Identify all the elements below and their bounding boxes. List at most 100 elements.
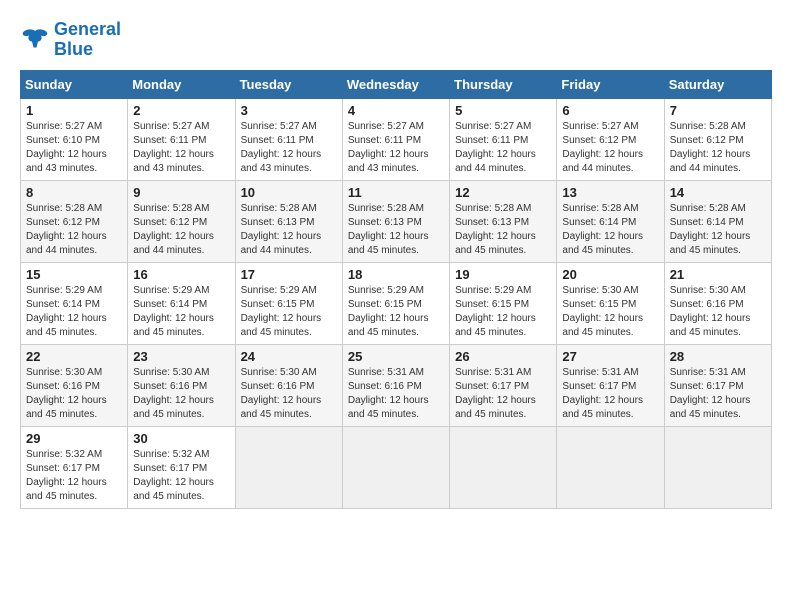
day-number: 25 — [348, 349, 444, 364]
day-info: Sunrise: 5:29 AMSunset: 6:14 PMDaylight:… — [26, 284, 122, 340]
day-info: Sunrise: 5:30 AMSunset: 6:16 PMDaylight:… — [670, 284, 766, 340]
calendar-cell — [342, 426, 449, 508]
day-number: 2 — [133, 103, 229, 118]
calendar-cell: 4 Sunrise: 5:27 AMSunset: 6:11 PMDaylight… — [342, 98, 449, 180]
calendar-cell: 6 Sunrise: 5:27 AMSunset: 6:12 PMDaylight… — [557, 98, 664, 180]
calendar-cell: 22Sunrise: 5:30 AMSunset: 6:16 PMDayligh… — [21, 344, 128, 426]
day-info: Sunrise: 5:30 AMSunset: 6:16 PMDaylight:… — [133, 366, 229, 422]
day-info: Sunrise: 5:28 AMSunset: 6:13 PMDaylight:… — [348, 202, 444, 258]
weekday-header-tuesday: Tuesday — [235, 70, 342, 98]
day-info: Sunrise: 5:28 AMSunset: 6:14 PMDaylight:… — [670, 202, 766, 258]
calendar-cell: 15 Sunrise: 5:29 AMSunset: 6:14 PMDayligh… — [21, 262, 128, 344]
day-number: 8 — [26, 185, 122, 200]
weekday-header-saturday: Saturday — [664, 70, 771, 98]
calendar-cell: 23 Sunrise: 5:30 AMSunset: 6:16 PMDayligh… — [128, 344, 235, 426]
day-info: Sunrise: 5:31 AMSunset: 6:17 PMDaylight:… — [562, 366, 658, 422]
calendar-cell: 21 Sunrise: 5:30 AMSunset: 6:16 PMDayligh… — [664, 262, 771, 344]
day-info: Sunrise: 5:28 AMSunset: 6:12 PMDaylight:… — [133, 202, 229, 258]
calendar-cell: 25 Sunrise: 5:31 AMSunset: 6:16 PMDayligh… — [342, 344, 449, 426]
day-info: Sunrise: 5:30 AMSunset: 6:15 PMDaylight:… — [562, 284, 658, 340]
day-number: 13 — [562, 185, 658, 200]
weekday-header-friday: Friday — [557, 70, 664, 98]
calendar-cell: 13Sunrise: 5:28 AMSunset: 6:14 PMDayligh… — [557, 180, 664, 262]
day-info: Sunrise: 5:28 AMSunset: 6:12 PMDaylight:… — [26, 202, 122, 258]
day-number: 18 — [348, 267, 444, 282]
calendar-cell: 20 Sunrise: 5:30 AMSunset: 6:15 PMDayligh… — [557, 262, 664, 344]
calendar-cell — [450, 426, 557, 508]
day-info: Sunrise: 5:27 AMSunset: 6:11 PMDaylight:… — [133, 120, 229, 176]
day-number: 11 — [348, 185, 444, 200]
calendar-cell: 18 Sunrise: 5:29 AMSunset: 6:15 PMDayligh… — [342, 262, 449, 344]
day-info: Sunrise: 5:29 AMSunset: 6:15 PMDaylight:… — [455, 284, 551, 340]
day-number: 9 — [133, 185, 229, 200]
logo-bird-icon — [20, 25, 50, 55]
day-number: 16 — [133, 267, 229, 282]
day-info: Sunrise: 5:30 AMSunset: 6:16 PMDaylight:… — [26, 366, 122, 422]
calendar-cell: 27 Sunrise: 5:31 AMSunset: 6:17 PMDayligh… — [557, 344, 664, 426]
calendar-cell — [557, 426, 664, 508]
calendar-cell: 12 Sunrise: 5:28 AMSunset: 6:13 PMDayligh… — [450, 180, 557, 262]
day-info: Sunrise: 5:29 AMSunset: 6:15 PMDaylight:… — [241, 284, 337, 340]
day-info: Sunrise: 5:32 AMSunset: 6:17 PMDaylight:… — [26, 448, 122, 504]
calendar-cell: 30 Sunrise: 5:32 AMSunset: 6:17 PMDayligh… — [128, 426, 235, 508]
day-info: Sunrise: 5:29 AMSunset: 6:14 PMDaylight:… — [133, 284, 229, 340]
calendar-cell: 28 Sunrise: 5:31 AMSunset: 6:17 PMDayligh… — [664, 344, 771, 426]
day-number: 4 — [348, 103, 444, 118]
day-number: 23 — [133, 349, 229, 364]
day-number: 14 — [670, 185, 766, 200]
day-info: Sunrise: 5:32 AMSunset: 6:17 PMDaylight:… — [133, 448, 229, 504]
day-number: 15 — [26, 267, 122, 282]
calendar-cell: 5Sunrise: 5:27 AMSunset: 6:11 PMDaylight… — [450, 98, 557, 180]
day-number: 30 — [133, 431, 229, 446]
calendar-cell: 26 Sunrise: 5:31 AMSunset: 6:17 PMDayligh… — [450, 344, 557, 426]
logo: General Blue — [20, 20, 121, 60]
day-number: 29 — [26, 431, 122, 446]
calendar-cell: 7 Sunrise: 5:28 AMSunset: 6:12 PMDaylight… — [664, 98, 771, 180]
day-info: Sunrise: 5:31 AMSunset: 6:16 PMDaylight:… — [348, 366, 444, 422]
calendar-cell: 24 Sunrise: 5:30 AMSunset: 6:16 PMDayligh… — [235, 344, 342, 426]
day-info: Sunrise: 5:27 AMSunset: 6:11 PMDaylight:… — [455, 120, 551, 176]
day-number: 7 — [670, 103, 766, 118]
day-number: 28 — [670, 349, 766, 364]
day-number: 1 — [26, 103, 122, 118]
day-number: 26 — [455, 349, 551, 364]
day-number: 12 — [455, 185, 551, 200]
day-info: Sunrise: 5:27 AMSunset: 6:10 PMDaylight:… — [26, 120, 122, 176]
day-number: 20 — [562, 267, 658, 282]
day-info: Sunrise: 5:29 AMSunset: 6:15 PMDaylight:… — [348, 284, 444, 340]
calendar-cell: 14 Sunrise: 5:28 AMSunset: 6:14 PMDayligh… — [664, 180, 771, 262]
day-info: Sunrise: 5:28 AMSunset: 6:13 PMDaylight:… — [241, 202, 337, 258]
day-info: Sunrise: 5:28 AMSunset: 6:13 PMDaylight:… — [455, 202, 551, 258]
day-info: Sunrise: 5:30 AMSunset: 6:16 PMDaylight:… — [241, 366, 337, 422]
calendar-cell: 3 Sunrise: 5:27 AMSunset: 6:11 PMDaylight… — [235, 98, 342, 180]
day-number: 24 — [241, 349, 337, 364]
calendar-cell: 17 Sunrise: 5:29 AMSunset: 6:15 PMDayligh… — [235, 262, 342, 344]
calendar-cell: 19 Sunrise: 5:29 AMSunset: 6:15 PMDayligh… — [450, 262, 557, 344]
calendar-cell: 2 Sunrise: 5:27 AMSunset: 6:11 PMDaylight… — [128, 98, 235, 180]
calendar-cell: 11 Sunrise: 5:28 AMSunset: 6:13 PMDayligh… — [342, 180, 449, 262]
calendar-cell — [235, 426, 342, 508]
day-info: Sunrise: 5:27 AMSunset: 6:11 PMDaylight:… — [241, 120, 337, 176]
day-number: 6 — [562, 103, 658, 118]
weekday-header-monday: Monday — [128, 70, 235, 98]
calendar-cell: 16 Sunrise: 5:29 AMSunset: 6:14 PMDayligh… — [128, 262, 235, 344]
weekday-header-wednesday: Wednesday — [342, 70, 449, 98]
day-info: Sunrise: 5:31 AMSunset: 6:17 PMDaylight:… — [455, 366, 551, 422]
day-number: 19 — [455, 267, 551, 282]
day-number: 17 — [241, 267, 337, 282]
weekday-header-thursday: Thursday — [450, 70, 557, 98]
calendar-table: SundayMondayTuesdayWednesdayThursdayFrid… — [20, 70, 772, 509]
calendar-cell: 8 Sunrise: 5:28 AMSunset: 6:12 PMDaylight… — [21, 180, 128, 262]
day-number: 21 — [670, 267, 766, 282]
day-info: Sunrise: 5:28 AMSunset: 6:12 PMDaylight:… — [670, 120, 766, 176]
calendar-cell: 1 Sunrise: 5:27 AMSunset: 6:10 PMDaylight… — [21, 98, 128, 180]
day-number: 27 — [562, 349, 658, 364]
calendar-cell: 9 Sunrise: 5:28 AMSunset: 6:12 PMDaylight… — [128, 180, 235, 262]
calendar-cell: 10Sunrise: 5:28 AMSunset: 6:13 PMDayligh… — [235, 180, 342, 262]
day-info: Sunrise: 5:27 AMSunset: 6:12 PMDaylight:… — [562, 120, 658, 176]
day-info: Sunrise: 5:27 AMSunset: 6:11 PMDaylight:… — [348, 120, 444, 176]
day-number: 3 — [241, 103, 337, 118]
day-info: Sunrise: 5:31 AMSunset: 6:17 PMDaylight:… — [670, 366, 766, 422]
calendar-cell: 29 Sunrise: 5:32 AMSunset: 6:17 PMDayligh… — [21, 426, 128, 508]
calendar-cell — [664, 426, 771, 508]
